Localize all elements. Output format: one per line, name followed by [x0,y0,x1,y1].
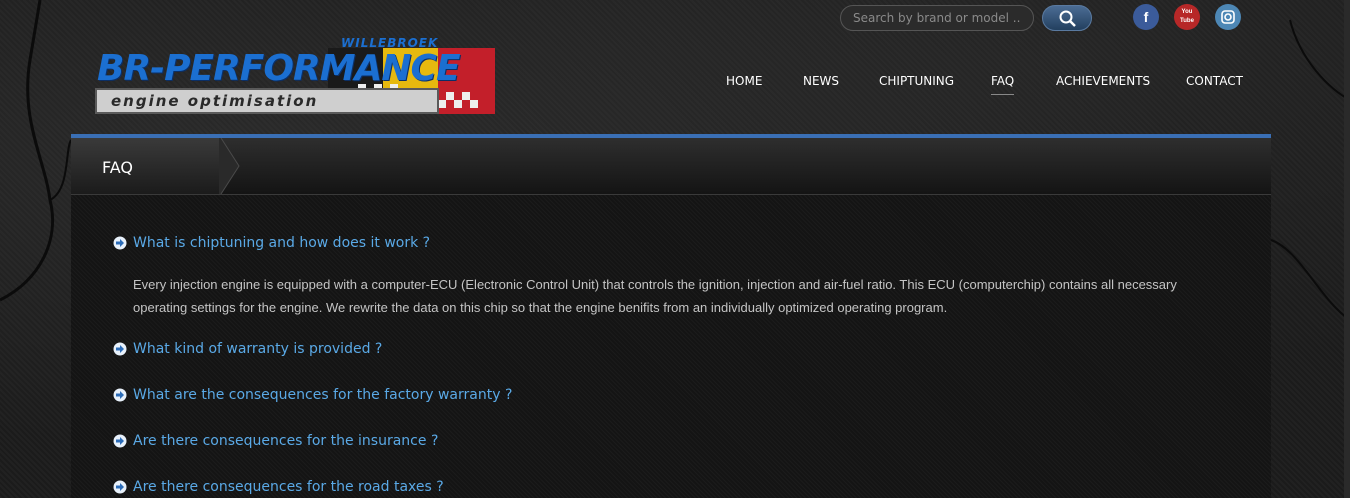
nav-faq[interactable]: FAQ [991,74,1015,95]
nav-chiptuning[interactable]: CHIPTUNING [879,74,954,88]
instagram-icon [1215,4,1241,38]
page-title: FAQ [102,158,133,177]
arrow-right-icon [113,480,127,494]
search-button[interactable] [1042,5,1092,31]
scrollbar[interactable] [1344,0,1350,498]
site-logo[interactable]: engine optimisation BR-PERFORMANCE WILLE… [95,36,497,118]
logo-location: WILLEBROEK [341,36,439,50]
arrow-right-icon [113,434,127,448]
logo-title: BR-PERFORMANCE [97,48,461,89]
facebook-icon: f [1143,9,1149,25]
arrow-right-icon [113,388,127,402]
nav-home[interactable]: HOME [726,74,762,88]
nav-contact[interactable]: CONTACT [1186,74,1243,88]
faq-answer: Every injection engine is equipped with … [133,277,1177,315]
arrow-right-icon [113,342,127,356]
faq-question-text: What are the consequences for the factor… [133,387,513,403]
faq-content: What is chiptuning and how does it work … [71,195,1271,498]
nav-news[interactable]: NEWS [803,74,839,88]
logo-subtitle: engine optimisation [111,92,319,110]
instagram-link[interactable] [1215,4,1241,30]
search-icon [1059,10,1076,27]
faq-question-text: What kind of warranty is provided ? [133,341,383,357]
faq-question-text: What is chiptuning and how does it work … [133,235,431,251]
youtube-link[interactable]: You Tube [1174,4,1200,30]
tab-arrow-shape [219,138,240,194]
page-title-band: FAQ [71,138,1271,195]
nav-achievements[interactable]: ACHIEVEMENTS [1056,74,1150,88]
faq-question-text: Are there consequences for the road taxe… [133,479,444,495]
faq-question-text: Are there consequences for the insurance… [133,433,439,449]
facebook-link[interactable]: f [1133,4,1159,30]
youtube-icon: You Tube [1180,9,1194,24]
search-input[interactable] [840,5,1034,31]
arrow-right-icon [113,236,127,250]
page-title-tab [71,138,221,194]
logo-subtitle-box: engine optimisation [95,88,439,114]
